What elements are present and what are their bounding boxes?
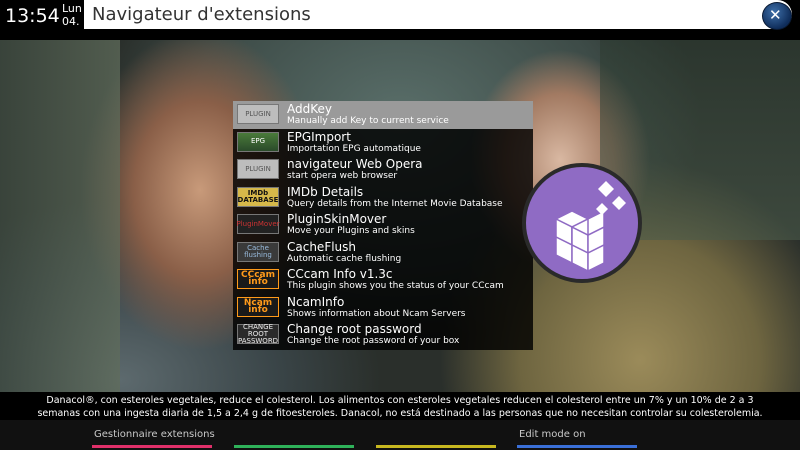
blue-button-label: Edit mode on [519,429,586,440]
plugin-thumbnail-icon: EPG [237,131,279,152]
news-ticker: Danacol®, con esteroles vegetales, reduc… [0,392,800,420]
plugin-list-item[interactable]: Cache flushing CacheFlush Automatic cache … [233,239,533,267]
plugin-thumbnail-icon: CCcam info [237,269,279,289]
ticker-line-2: semanas con una ingesta diaria de 1,5 a … [37,408,763,419]
red-button[interactable]: Gestionnaire extensions [92,429,215,449]
background-blur-left [0,40,120,392]
yellow-button-bar [376,445,496,448]
ticker-line-1: Danacol®, con esteroles vegetales, reduc… [46,395,754,406]
plugin-list-item[interactable]: EPG EPGImport Importation EPG automatique [233,129,533,157]
title-bar: Navigateur d'extensions [84,0,792,29]
plugin-list-item[interactable]: IMDb DATABASE IMDb Details Query details f… [233,184,533,212]
plugin-list-item[interactable]: PLUGIN navigateur Web Opera start opera we… [233,156,533,184]
plugin-thumbnail-icon: Cache flushing [237,241,279,262]
plugin-description: Automatic cache flushing [287,253,402,264]
clock-time: 13:54 [5,5,60,27]
color-button-bar: Gestionnaire extensions Edit mode on [0,420,800,450]
plugin-title: CacheFlush [287,239,357,254]
plugin-thumbnail-icon: Ncam info [237,296,279,317]
plugin-list-item[interactable]: PLUGIN AddKey Manually add Key to current … [233,101,533,129]
green-button-bar [234,445,354,448]
plugin-title: Change root password [287,322,422,336]
red-button-bar [92,445,212,448]
plugin-list-item[interactable]: PluginMover PluginSkinMover Move your Plug… [233,211,533,239]
clock-day: Lun [62,2,82,15]
plugin-thumbnail-icon: CHANGE ROOT PASSWORD [237,322,279,345]
plugin-cube-icon [522,163,642,283]
plugin-title: EPGImport [287,129,351,144]
plugin-description: Query details from the Internet Movie Da… [287,198,503,209]
plugin-description: Importation EPG automatique [287,143,421,154]
green-button[interactable] [234,429,354,449]
clock-daynum: 04. [62,15,80,28]
plugin-thumbnail-icon: PLUGIN [237,159,279,179]
top-bar: 13:54 Lun 04. Navigateur d'extensions ✕ [0,0,800,40]
plugin-title: NcamInfo [287,294,345,309]
plugin-thumbnail-icon: IMDb DATABASE [237,186,279,207]
satellite-logo-icon: ✕ [762,2,792,30]
plugin-list-item[interactable]: CCcam info CCcam Info v1.3c This plugin sh… [233,266,533,294]
plugin-title: PluginSkinMover [287,212,387,226]
blue-button[interactable]: Edit mode on [517,429,637,449]
yellow-button[interactable] [376,429,496,449]
plugin-list-item[interactable]: CHANGE ROOT PASSWORD Change root password… [233,321,533,349]
blue-button-bar [517,445,637,448]
plugin-description: Move your Plugins and skins [287,226,415,236]
plugin-description: Shows information about Ncam Servers [287,308,466,319]
plugin-thumbnail-icon: PLUGIN [237,104,279,124]
plugin-description: Change the root password of your box [287,336,460,346]
plugin-list-item[interactable]: Ncam info NcamInfo Shows information about… [233,294,533,322]
plugin-description: This plugin shows you the status of your… [287,281,504,291]
page-title: Navigateur d'extensions [92,4,311,25]
plugin-title: AddKey [287,102,332,116]
plugin-description: Manually add Key to current service [287,116,449,126]
plugin-description: start opera web browser [287,171,398,181]
plugin-title: CCcam Info v1.3c [287,267,393,281]
clock-date: Lun 04. [62,2,82,28]
red-button-label: Gestionnaire extensions [94,429,215,440]
plugin-list[interactable]: PLUGIN AddKey Manually add Key to current … [233,101,533,350]
plugin-title: IMDb Details [287,184,364,199]
plugin-title: navigateur Web Opera [287,157,423,171]
plugin-thumbnail-icon: PluginMover [236,214,280,234]
